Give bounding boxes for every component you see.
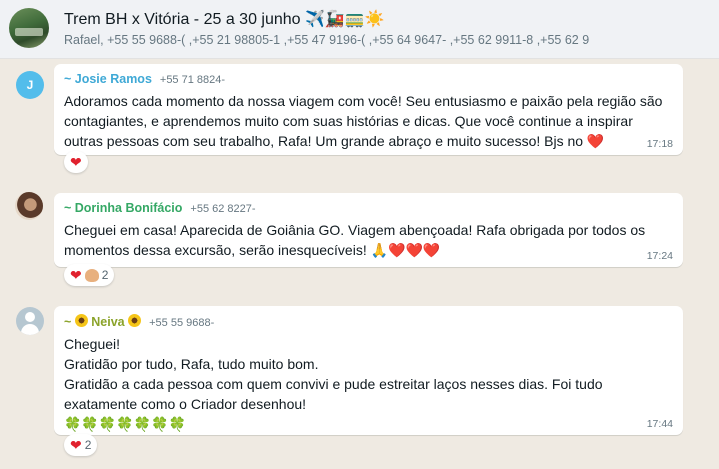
sender-phone: +55 55 9688- <box>149 317 215 329</box>
message-list[interactable]: J ~ Josie Ramos +55 71 8824- Adoramos ca… <box>0 59 719 469</box>
reaction-count: 2 <box>84 438 92 452</box>
sender-name[interactable]: ~ Dorinha Bonifácio <box>64 201 182 215</box>
group-members: Rafael, +55 55 9688-( ,+55 21 98805-1 ,+… <box>64 33 590 47</box>
sender-phone: +55 62 8227- <box>190 203 256 215</box>
heart-icon: ❤ <box>70 154 82 170</box>
message-bubble[interactable]: ~ Neiva +55 55 9688- Cheguei! Gratidão p… <box>54 306 683 435</box>
avatar[interactable] <box>15 192 43 220</box>
clapping-hands-icon <box>84 268 99 282</box>
heart-icon: ❤ <box>70 437 82 453</box>
reaction-count: 2 <box>101 268 109 282</box>
sunflower-icon <box>128 314 142 327</box>
message-text: Adoramos cada momento da nossa viagem co… <box>64 93 667 149</box>
heart-icon: ❤ <box>70 267 82 283</box>
sender-phone: +55 71 8824- <box>159 74 226 86</box>
message-time: 17:24 <box>646 250 673 262</box>
message-time: 17:44 <box>646 418 673 430</box>
avatar[interactable]: J <box>16 71 44 99</box>
group-title: Trem BH x Vitória - 25 a 30 junho ✈️🚂🚃☀️ <box>64 11 385 28</box>
reaction-badge[interactable]: ❤ <box>64 151 88 173</box>
sender-name[interactable]: ~ Neiva <box>64 314 142 329</box>
group-avatar[interactable] <box>9 8 49 48</box>
message-bubble[interactable]: ~ Josie Ramos +55 71 8824- Adoramos cada… <box>54 64 683 155</box>
reaction-badge[interactable]: ❤ 2 <box>64 434 98 456</box>
message-text: Cheguei! Gratidão por tudo, Rafa, tudo m… <box>64 336 603 432</box>
chat-header[interactable]: Trem BH x Vitória - 25 a 30 junho ✈️🚂🚃☀️… <box>0 0 719 59</box>
message-text: Cheguei em casa! Aparecida de Goiânia GO… <box>64 222 650 258</box>
message-time: 17:18 <box>646 138 673 150</box>
avatar[interactable] <box>16 307 44 335</box>
sender-name[interactable]: ~ Josie Ramos <box>64 72 152 86</box>
sunflower-icon <box>74 314 88 327</box>
reaction-badge[interactable]: ❤ 2 <box>64 264 115 286</box>
message-bubble[interactable]: ~ Dorinha Bonifácio +55 62 8227- Cheguei… <box>54 193 683 267</box>
